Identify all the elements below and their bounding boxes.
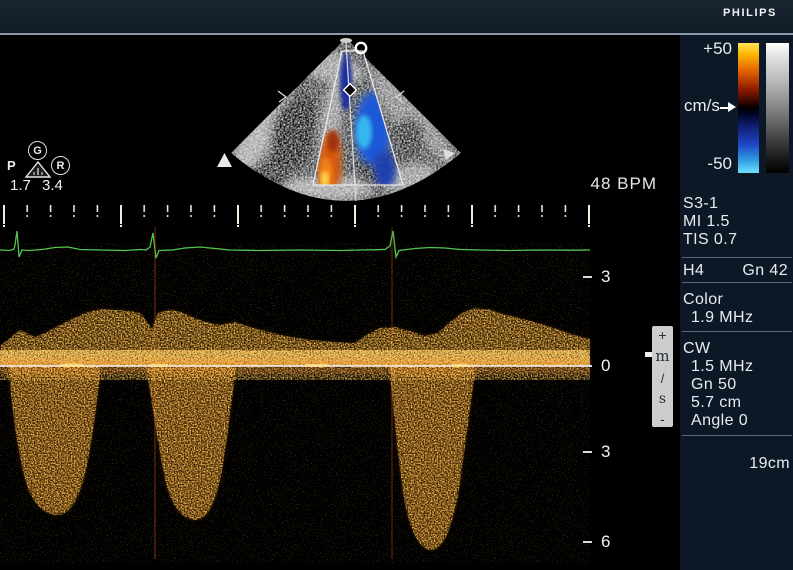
tis-value: TIS 0.7 [683,231,790,249]
physio-p-label: P [7,158,16,173]
top-bar: PHILIPS [0,0,793,35]
axis-tick [583,451,592,453]
cw-depth: 5.7 cm [683,394,793,412]
colorbar-max-label: +50 [688,39,732,59]
axis-tick [583,365,592,367]
left-edge-marker-icon [217,153,232,167]
velocity-scale-control[interactable]: + m / s - [652,326,673,427]
r-letter: R [57,160,65,172]
scale-slash: / [661,373,665,384]
ultrasound-screen: PHILIPS [0,0,793,570]
cw-frequency: 1.5 MHz [683,358,793,376]
grayscale-bar [766,43,789,173]
philips-logo: PHILIPS [723,7,777,19]
physio-values: 1.7 3.4 [10,177,63,194]
scale-minus[interactable]: - [660,414,665,424]
heart-rate-value: 48 BPM [583,174,657,194]
cw-spectral-display [0,203,660,570]
axis-label-plus3: 3 [583,267,627,287]
background-speckle [0,243,590,563]
axis-value: 3 [601,267,610,287]
divider [682,435,792,436]
axis-label-minus3: 3 [583,442,627,462]
axis-value: 3 [601,442,610,462]
display-depth: 19cm [683,455,792,473]
axis-label-minus6: 6 [583,532,627,552]
divider [682,257,792,258]
reject-r-icon: R [51,156,70,175]
scale-m: m [655,350,669,363]
g-letter: G [33,145,42,157]
axis-tick [583,541,592,543]
colorbar-min-label: -50 [688,154,732,174]
2d-echo-sector-image [213,37,463,205]
color-frequency: 1.9 MHz [683,309,793,327]
imaging-area: P G R 1.7 3.4 48 BPM [0,35,680,570]
cw-angle: Angle 0 [683,412,793,430]
divider [682,282,792,283]
harmonic-value: H4 [683,262,704,280]
transducer-label: S3-1 [683,195,790,213]
colorbar-baseline-arrow-icon [728,102,736,112]
apex-cap [340,38,352,43]
axis-value: 0 [601,356,610,376]
axis-label-zero: 0 [583,356,627,376]
color-doppler-colorbar [738,43,759,173]
color-mode-label: Color [683,291,790,309]
cw-gain: Gn 50 [683,376,793,394]
mi-value: MI 1.5 [683,213,790,231]
axis-tick [583,276,592,278]
divider [682,331,792,332]
scale-plus[interactable]: + [658,329,666,341]
2d-gain-value: Gn 42 [742,262,788,280]
scale-s: s [659,393,666,405]
gain-g-icon: G [28,141,47,160]
settings-sidebar: +50 cm/s -50 S3-1 MI 1.5 TIS 0.7 H4 Gn 4… [680,35,793,570]
colorbar-unit-label: cm/s [684,96,720,116]
2d-settings-row: H4 Gn 42 [683,262,790,280]
timeline-ticks [2,205,592,227]
axis-value: 6 [601,532,610,552]
cw-mode-label: CW [683,340,790,358]
